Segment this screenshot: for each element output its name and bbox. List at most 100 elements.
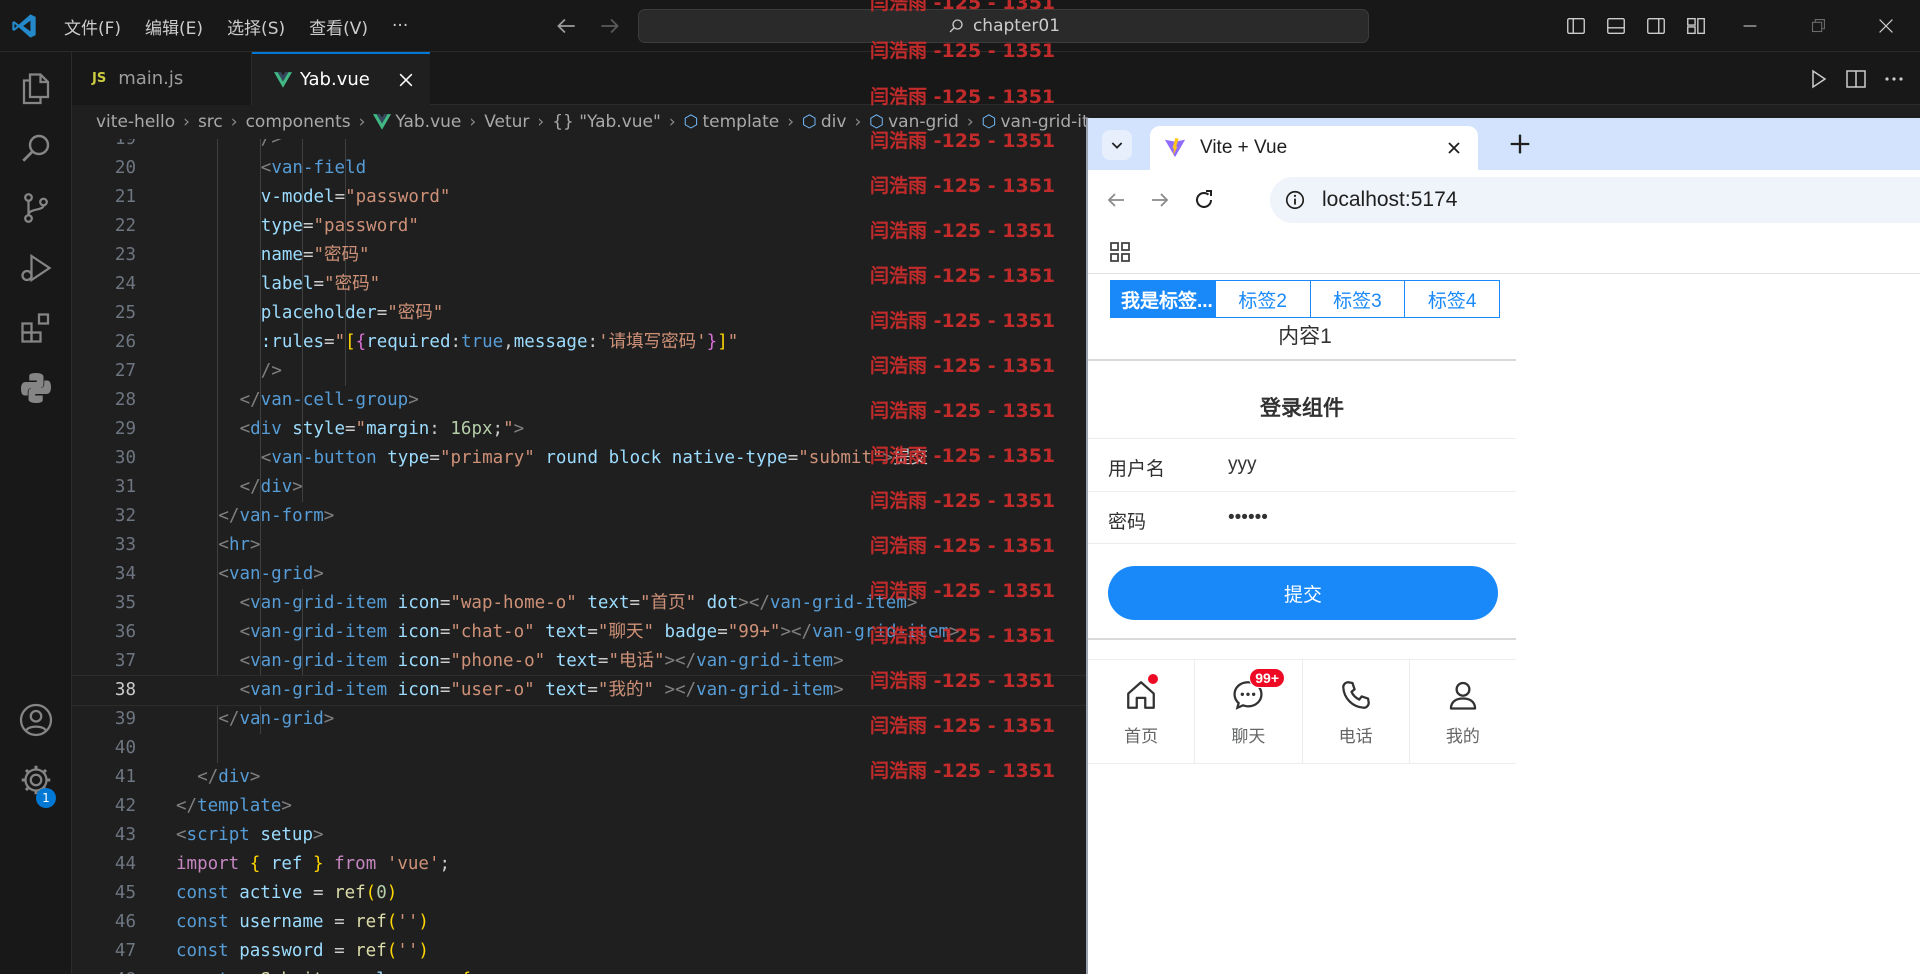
code-text: </div> bbox=[239, 477, 303, 497]
manage-button[interactable]: 1 bbox=[0, 744, 72, 816]
site-info-icon[interactable] bbox=[1284, 189, 1306, 211]
forward-arrow-icon[interactable] bbox=[1148, 188, 1172, 212]
line-number: 25 bbox=[114, 303, 136, 323]
more-actions-icon[interactable] bbox=[1882, 67, 1906, 91]
menu-more[interactable]: ··· bbox=[392, 16, 408, 36]
code-line[interactable]: 46 const username = ref('') bbox=[72, 908, 1088, 937]
close-window-button[interactable] bbox=[1852, 0, 1920, 52]
menu-edit[interactable]: 编辑(E) bbox=[145, 14, 203, 39]
search-icon bbox=[22, 134, 50, 162]
code-line[interactable]: 42 </template> bbox=[72, 792, 1088, 821]
split-editor-icon[interactable] bbox=[1844, 67, 1868, 91]
code-text: <van-field bbox=[260, 158, 367, 178]
watermark-text: 闫浩雨 -125 - 1351 bbox=[870, 670, 1056, 692]
code-text: const onSubmit = values => { bbox=[176, 966, 471, 974]
breadcrumb-item[interactable]: Vetur bbox=[484, 112, 529, 132]
breadcrumb-item[interactable]: Yab.vue bbox=[395, 112, 461, 132]
code-line[interactable]: 43 <script setup> bbox=[72, 821, 1088, 850]
grid-item-home[interactable]: 首页 bbox=[1088, 660, 1196, 763]
submit-button[interactable]: 提交 bbox=[1108, 566, 1498, 620]
menu-view[interactable]: 查看(V) bbox=[309, 14, 368, 39]
watermark-text: 闫浩雨 -125 - 1351 bbox=[870, 175, 1056, 197]
breadcrumb-item[interactable]: vite-hello bbox=[96, 112, 175, 132]
line-number: 32 bbox=[114, 506, 136, 526]
minimize-button[interactable] bbox=[1716, 0, 1784, 52]
tab-4[interactable]: 标签4 bbox=[1405, 281, 1499, 317]
line-number: 39 bbox=[114, 709, 136, 729]
new-tab-icon[interactable] bbox=[1506, 130, 1534, 158]
code-line[interactable]: 47 const password = ref('') bbox=[72, 937, 1088, 966]
line-number: 41 bbox=[114, 767, 136, 787]
menu-file[interactable]: 文件(F) bbox=[64, 14, 121, 39]
dot-badge bbox=[1148, 674, 1158, 684]
close-tab-icon[interactable] bbox=[396, 70, 416, 90]
tab-3[interactable]: 标签3 bbox=[1311, 281, 1406, 317]
customize-layout-button[interactable] bbox=[1676, 0, 1716, 52]
back-arrow-icon[interactable] bbox=[553, 13, 579, 39]
tab-yab-vue[interactable]: Yab.vue bbox=[252, 52, 430, 105]
grid-item-user[interactable]: 我的 bbox=[1410, 660, 1516, 763]
toggle-primary-sidebar-button[interactable] bbox=[1556, 0, 1596, 52]
line-number: 44 bbox=[114, 854, 136, 874]
run-icon[interactable] bbox=[1806, 67, 1830, 91]
password-label: 密码 bbox=[1108, 512, 1147, 533]
tab-1[interactable]: 我是标签... bbox=[1111, 281, 1216, 317]
breadcrumb-item[interactable]: template bbox=[702, 112, 779, 132]
restore-icon bbox=[1811, 19, 1825, 33]
activity-bar: 1 bbox=[0, 52, 72, 974]
watermark-text: 闫浩雨 -125 - 1351 bbox=[870, 355, 1056, 377]
breadcrumb-item[interactable]: components bbox=[246, 112, 351, 132]
back-arrow-icon[interactable] bbox=[1104, 188, 1128, 212]
reload-icon[interactable] bbox=[1192, 188, 1216, 212]
watermark-text: 闫浩雨 -125 - 1351 bbox=[870, 535, 1056, 557]
toggle-panel-button[interactable] bbox=[1596, 0, 1636, 52]
grid-item-label: 我的 bbox=[1445, 727, 1480, 746]
password-field[interactable]: 密码 •••••• bbox=[1088, 491, 1516, 544]
watermark-text: 闫浩雨 -125 - 1351 bbox=[870, 310, 1056, 332]
history-nav bbox=[553, 13, 623, 39]
password-input[interactable]: •••••• bbox=[1228, 507, 1268, 529]
menu-selection[interactable]: 选择(S) bbox=[227, 14, 285, 39]
grid-item-chat[interactable]: 99+ 聊天 bbox=[1195, 660, 1303, 763]
breadcrumb-item[interactable]: {} "Yab.vue" bbox=[552, 112, 661, 132]
username-input[interactable]: yyy bbox=[1228, 454, 1257, 476]
code-text: placeholder="密码" bbox=[260, 303, 444, 323]
apps-grid-icon[interactable] bbox=[1108, 240, 1132, 264]
search-icon bbox=[949, 19, 963, 33]
line-number: 31 bbox=[114, 477, 136, 497]
run-debug-icon bbox=[21, 253, 52, 283]
line-number: 27 bbox=[114, 361, 136, 381]
menu-bar: 文件(F) 编辑(E) 选择(S) 查看(V) ··· bbox=[64, 0, 432, 52]
code-text: <van-button type="primary" round block n… bbox=[260, 448, 929, 468]
toggle-secondary-sidebar-button[interactable] bbox=[1636, 0, 1676, 52]
code-line[interactable]: 44 import { ref } from 'vue'; bbox=[72, 850, 1088, 879]
breadcrumb-item[interactable]: src bbox=[198, 112, 223, 132]
address-bar[interactable]: localhost:5174 bbox=[1270, 177, 1920, 223]
phone-icon bbox=[1341, 681, 1370, 709]
tab-main-js[interactable]: JS main.js bbox=[72, 52, 252, 105]
restore-button[interactable] bbox=[1784, 0, 1852, 52]
breadcrumb-item[interactable]: div bbox=[821, 112, 847, 132]
code-text: const username = ref('') bbox=[176, 912, 429, 932]
app-page: 我是标签... 标签2 标签3 标签4 内容1 登录组件 用户名 yyy 密码 … bbox=[1088, 274, 1920, 974]
grid-item-phone[interactable]: 电话 bbox=[1303, 660, 1410, 763]
tab-search-button[interactable] bbox=[1102, 130, 1132, 160]
symbol-icon: ⬡ bbox=[802, 112, 817, 132]
watermark-text: 闫浩雨 -125 - 1351 bbox=[870, 220, 1056, 242]
forward-arrow-icon[interactable] bbox=[597, 13, 623, 39]
files-icon bbox=[22, 73, 50, 105]
close-tab-icon[interactable] bbox=[1444, 138, 1464, 158]
watermark-text: 闫浩雨 -125 - 1351 bbox=[870, 265, 1056, 287]
line-number: 37 bbox=[114, 651, 136, 671]
code-line[interactable]: 48 const onSubmit = values => { bbox=[72, 966, 1088, 974]
browser-tab[interactable]: Vite + Vue bbox=[1150, 126, 1478, 170]
python-button[interactable] bbox=[0, 352, 72, 424]
tab-2[interactable]: 标签2 bbox=[1216, 281, 1311, 317]
username-field[interactable]: 用户名 yyy bbox=[1088, 438, 1516, 491]
code-text: /> bbox=[260, 139, 282, 149]
bookmarks-bar bbox=[1088, 230, 1920, 274]
line-number: 47 bbox=[114, 941, 136, 961]
line-number: 29 bbox=[114, 419, 136, 439]
code-line[interactable]: 45 const active = ref(0) bbox=[72, 879, 1088, 908]
tab-content: 内容1 bbox=[1278, 325, 1332, 348]
